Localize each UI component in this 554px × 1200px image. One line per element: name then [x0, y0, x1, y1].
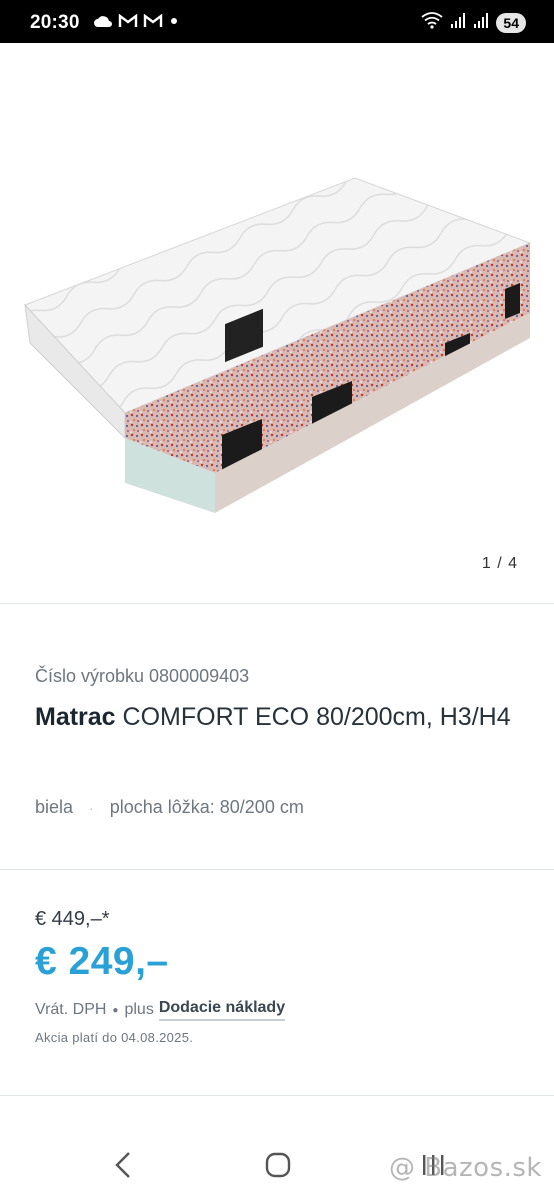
- product-image-gallery[interactable]: 1 / 4: [0, 43, 554, 603]
- product-sku: Číslo výrobku 0800009403: [35, 666, 250, 686]
- product-attributes: biela · plocha lôžka: 80/200 cm: [35, 797, 304, 818]
- shipping-costs-link[interactable]: Dodacie náklady: [158, 999, 286, 1021]
- dot-icon: [168, 14, 180, 33]
- attribute-bed-area: plocha lôžka: 80/200 cm: [109, 797, 304, 817]
- gmail-icon: [118, 13, 138, 33]
- navigation-bar: @ Bazos.sk: [0, 1128, 554, 1200]
- status-bar: 20:30 54: [0, 0, 554, 43]
- product-title: Matrac COMFORT ECO 80/200cm, H3/H4: [35, 700, 525, 734]
- signal-icon: [473, 11, 489, 34]
- separator-dot: ●: [112, 1004, 119, 1016]
- divider: [0, 603, 554, 604]
- battery-indicator: 54: [496, 12, 526, 33]
- signal-icon: [450, 11, 466, 34]
- bazos-watermark: @ Bazos.sk: [388, 1153, 542, 1183]
- gmail-icon: [143, 13, 163, 33]
- image-counter: 1 / 4: [481, 555, 518, 572]
- old-price: € 449,–*: [35, 908, 110, 930]
- cloud-icon: [93, 14, 113, 33]
- status-right: 54: [421, 11, 526, 34]
- status-time: 20:30: [30, 12, 80, 33]
- attribute-color: biela: [35, 797, 74, 817]
- vat-label: Vrát. DPH: [35, 1001, 107, 1018]
- divider: [0, 1095, 554, 1096]
- attribute-separator: ·: [89, 799, 94, 816]
- tax-info: Vrát. DPH ● plus Dodacie náklady: [35, 999, 286, 1021]
- notification-icons: [93, 13, 180, 33]
- product-name: COMFORT ECO 80/200cm, H3/H4: [115, 703, 511, 731]
- back-icon[interactable]: [112, 1150, 134, 1185]
- home-icon[interactable]: [264, 1150, 292, 1185]
- wifi-icon: [421, 11, 443, 34]
- divider: [0, 869, 554, 870]
- mattress-image: [24, 177, 532, 513]
- plus-label: plus: [124, 1001, 154, 1018]
- current-price: € 249,–: [35, 940, 169, 983]
- promo-note: Akcia platí do 04.08.2025.: [35, 1030, 194, 1045]
- product-brand: Matrac: [35, 703, 116, 731]
